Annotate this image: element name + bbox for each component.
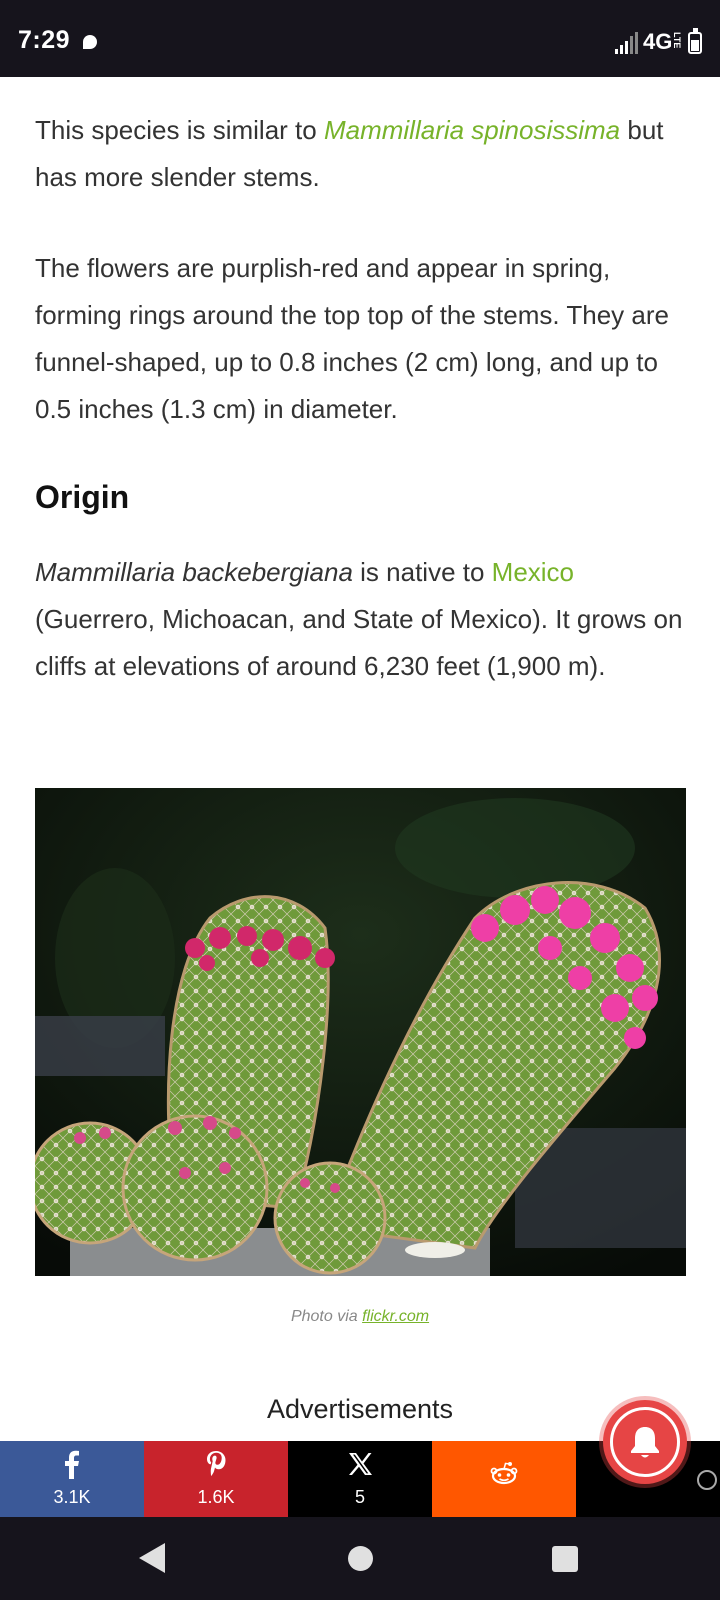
origin-heading: Origin xyxy=(35,479,130,515)
paragraph-origin: Mammillaria backebergiana is native to M… xyxy=(35,557,683,681)
pinterest-share-button[interactable]: 1.6K xyxy=(144,1441,288,1517)
bell-icon xyxy=(631,1427,659,1458)
system-nav-bar xyxy=(0,1517,720,1600)
paragraph-flowers: The flowers are purplish-red and appear … xyxy=(35,253,669,424)
link-mexico[interactable]: Mexico xyxy=(492,557,574,587)
status-time: 7:29 xyxy=(18,26,71,54)
signal-icon xyxy=(615,32,638,54)
photo-caption: Photo via flickr.com xyxy=(290,1308,430,1325)
x-icon xyxy=(349,1453,372,1475)
pinterest-icon xyxy=(207,1451,226,1476)
home-icon[interactable] xyxy=(348,1546,373,1571)
network-subtype: LTE xyxy=(672,32,682,49)
caption-link[interactable]: flickr.com xyxy=(362,1308,429,1325)
more-icon xyxy=(697,1470,717,1490)
pinterest-share-count: 1.6K xyxy=(197,1487,235,1507)
facebook-share-count: 3.1K xyxy=(53,1487,91,1507)
link-mammillaria-spinosissima[interactable]: Mammillaria spinosissima xyxy=(324,115,620,145)
battery-icon xyxy=(688,28,702,54)
paragraph-similar-species: This species is similar to Mammillaria s… xyxy=(35,115,664,192)
x-share-count: 5 xyxy=(354,1487,365,1507)
back-icon[interactable] xyxy=(137,1541,167,1575)
reddit-icon xyxy=(490,1462,518,1485)
notification-icon xyxy=(83,35,97,49)
recent-apps-icon[interactable] xyxy=(552,1546,578,1572)
facebook-share-button[interactable]: 3.1K xyxy=(0,1441,144,1517)
facebook-icon xyxy=(65,1450,79,1479)
cactus-photo xyxy=(35,788,686,1276)
network-type: 4G xyxy=(643,29,673,54)
status-bar: 7:29 4G LTE xyxy=(0,0,720,77)
reddit-share-button[interactable] xyxy=(432,1441,576,1517)
notification-bell-button[interactable] xyxy=(603,1400,687,1484)
x-share-button[interactable]: 5 xyxy=(288,1441,432,1517)
